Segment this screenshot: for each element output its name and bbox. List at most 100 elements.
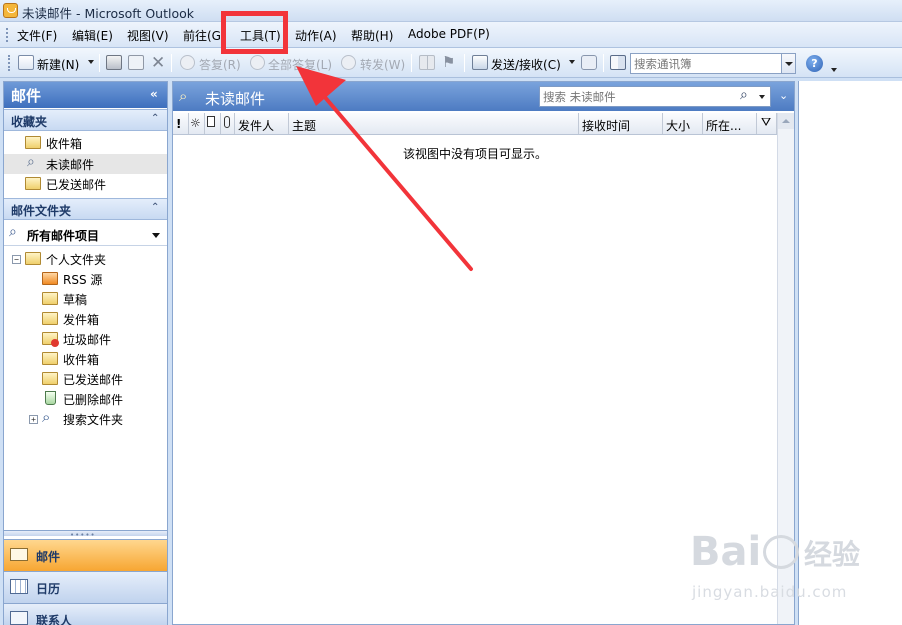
search-icon[interactable]: ⌕ [740,87,748,103]
column-importance[interactable]: ! [173,113,189,134]
collapse-pane-icon[interactable]: « [150,87,158,101]
address-book-icon[interactable] [610,55,626,70]
favorite-unread-mail-label: 未读邮件 [46,158,95,172]
folder-title: 未读邮件 [205,90,266,108]
search-address-book-box[interactable] [630,53,796,74]
document-icon [207,116,215,127]
column-icon-header[interactable] [205,113,221,134]
folder-search-folders-label: 搜索文件夹 [63,413,124,427]
baidu-jingyan-watermark: Bai 经验 jingyan.baidu.com [690,523,890,603]
collapse-personal-folders-toggle[interactable]: − [12,255,21,264]
favorite-sent-mail-label: 已发送邮件 [46,178,107,192]
menu-edit[interactable]: 编辑(E) [72,27,113,44]
folder-drafts-label: 草稿 [63,293,88,307]
menu-file[interactable]: 文件(F) [17,27,57,44]
mail-folders-collapse-icon[interactable]: ⌃ [151,202,159,213]
search-folder-icon: ⌕ [179,87,188,105]
folder-junk-mail-label: 垃圾邮件 [63,333,112,347]
personal-folders-label: 个人文件夹 [46,253,107,267]
nav-button-calendar[interactable]: 日历 [4,571,167,603]
expand-search-folders-toggle[interactable]: + [29,415,38,424]
toolbar-options-arrow[interactable] [831,68,837,72]
toolbar-grip[interactable] [8,55,10,71]
junk-badge-icon [51,339,59,347]
all-mail-items-dropdown-arrow[interactable] [152,233,160,238]
menubar-grip[interactable] [6,28,8,42]
annotation-arrow-head [296,66,346,106]
column-in-folder[interactable]: 所在... [703,113,757,134]
nav-button-mail-label: 邮件 [36,550,61,564]
column-flag-status[interactable]: ⛛ [757,113,777,134]
help-icon[interactable]: ? [806,55,823,72]
instant-search-box[interactable]: ⌕ [539,86,771,107]
search-folders-icon: ⌕ [42,408,51,426]
print-icon[interactable] [106,55,122,70]
nav-button-contacts-label: 联系人 [36,614,73,625]
scroll-up-arrow[interactable] [778,113,794,129]
mail-envelope-icon [10,548,28,561]
reply-icon [180,55,195,70]
sent-folder-icon [25,177,41,190]
menu-view[interactable]: 视图(V) [127,27,169,44]
column-size[interactable]: 大小 [663,113,703,134]
mail-folders-header[interactable]: 邮件文件夹 ⌃ [4,198,167,220]
favorites-collapse-icon[interactable]: ⌃ [151,113,159,124]
favorite-inbox-label: 收件箱 [46,137,83,151]
search-address-book-dropdown[interactable] [781,54,795,73]
new-mail-icon[interactable] [18,55,34,70]
menu-help[interactable]: 帮助(H) [351,27,393,44]
instant-search-input[interactable] [543,89,733,104]
nav-button-contacts[interactable]: 联系人 [4,603,167,625]
nav-button-calendar-label: 日历 [36,582,61,596]
paw-print-icon [763,535,799,569]
find-contact-icon[interactable] [581,55,597,70]
column-reminder-icon[interactable]: ☼ [189,113,205,134]
folder-sent-mail-label: 已发送邮件 [63,373,124,387]
navigation-pane-header: 邮件 « [4,82,167,108]
reply-all-icon [250,55,265,70]
menu-go[interactable]: 前往(G) [183,27,226,44]
outbox-folder-icon [42,312,58,325]
contacts-card-icon [10,611,28,625]
drafts-folder-icon [42,292,58,305]
reply-button[interactable]: 答复(R) [199,56,241,73]
new-dropdown-arrow[interactable] [88,60,94,64]
favorites-header[interactable]: 收藏夹 ⌃ [4,109,167,131]
watermark-url: jingyan.baidu.com [692,583,848,601]
send-receive-button[interactable]: 发送/接收(C) [491,56,561,73]
outlook-app-icon[interactable] [3,3,18,18]
column-received[interactable]: 接收时间 [579,113,663,134]
rss-folder-icon [42,272,58,285]
sent-folder-icon [42,372,58,385]
toolbar-separator [603,54,604,72]
mail-folders-title: 邮件文件夹 [11,204,72,218]
annotation-arrow [296,66,473,271]
new-button[interactable]: 新建(N) [37,56,79,73]
all-mail-items-label: 所有邮件项目 [27,229,100,243]
nav-button-mail[interactable]: 邮件 [4,539,167,571]
menu-actions[interactable]: 动作(A) [295,27,337,44]
all-mail-items-selector[interactable]: ⌕ 所有邮件项目 [4,224,167,246]
search-options-arrow[interactable] [759,95,765,99]
splitter-grip-icon: ••••• [70,531,96,539]
calendar-icon [10,579,28,594]
search-folder-icon: ⌕ [27,154,35,170]
favorites-title: 收藏夹 [11,115,48,129]
paperclip-icon [224,116,230,128]
watermark-brand-cn: 经验 [804,538,861,571]
menu-adobe-pdf[interactable]: Adobe PDF(P) [408,27,490,41]
column-attachment-icon[interactable] [221,113,235,134]
inbox-folder-icon [25,136,41,149]
recycle-bin-icon [45,391,56,405]
search-address-book-input[interactable] [634,56,774,71]
pane-splitter[interactable]: ••••• [4,530,167,539]
favorite-unread-mail[interactable]: ⌕ 未读邮件 [4,154,167,174]
expand-query-builder-icon[interactable]: ⌄ [779,89,788,102]
toolbar-separator [171,54,172,72]
message-list-header: ⌕ 未读邮件 ⌕ ⌄ [173,82,794,111]
column-from[interactable]: 发件人 [235,113,289,134]
toolbar-separator [99,54,100,72]
delete-icon[interactable]: ✕ [151,53,165,73]
move-to-folder-icon[interactable] [128,55,144,70]
send-receive-dropdown-arrow[interactable] [569,60,575,64]
